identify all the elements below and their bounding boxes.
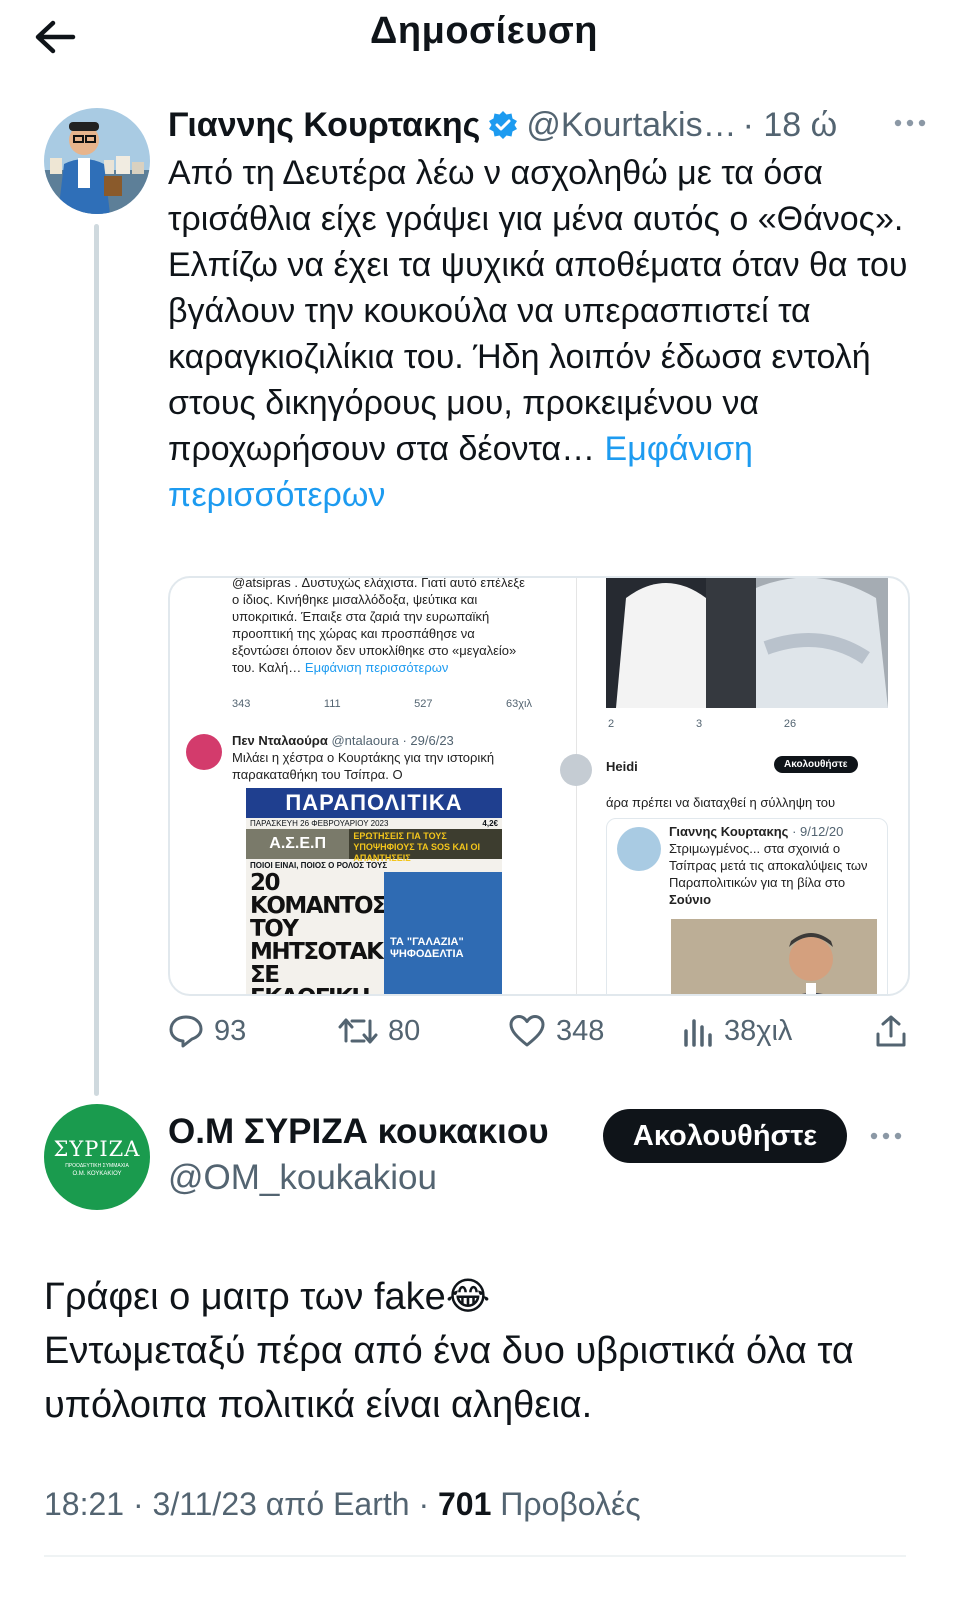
heart-icon xyxy=(509,1015,545,1047)
retweet-count: 80 xyxy=(388,1014,421,1047)
quoted-card-avatar xyxy=(617,827,661,871)
retweet-icon xyxy=(338,1018,378,1044)
tweet-header: Γιαννης Κουρτακης @Kourtakis… · 18 ώ xyxy=(168,100,928,150)
paper-price: 4,2€ xyxy=(482,819,498,828)
embedded-reply: Πεν Νταλαούρα @ntalaoura · 29/6/23 Μιλάε… xyxy=(232,732,532,783)
like-button[interactable]: 348 xyxy=(508,1014,682,1048)
quoted-card-name: Γιαννης Κουρτακης xyxy=(669,824,789,839)
embedded-stats: 343 111 527 63χιλ xyxy=(232,698,532,710)
tweet-timestamp[interactable]: 18:21 · 3/11/23 από Earth · xyxy=(44,1486,429,1522)
author-name[interactable]: Γιαννης Κουρτακης xyxy=(168,106,480,145)
right-stats: 2 3 26 xyxy=(608,718,878,730)
embedded-retweets: 111 xyxy=(323,698,341,710)
heidi-reply-header: Heidi xyxy=(606,758,638,775)
views-label: Προβολές xyxy=(500,1486,641,1522)
paper-kicker: ΠΟΙΟΙ ΕΙΝΑΙ, ΠΟΙΟΣ Ο ΡΟΛΟΣ ΤΟΥΣ xyxy=(250,861,388,870)
embedded-tweet-text: @atsipras . Δυστυχώς ελάχιστα. Γιατί αυτ… xyxy=(232,578,532,676)
embedded-replies: 343 xyxy=(232,698,251,710)
embedded-reply-name: Πεν Νταλαούρα xyxy=(232,733,328,748)
tweet-body: Από τη Δευτέρα λέω ν ασχοληθώ με τα όσα … xyxy=(168,154,908,468)
paper-date: ΠΑΡΑΣΚΕΥΗ 26 ΦΕΒΡΟΥΑΡΙΟΥ 2023 xyxy=(250,819,389,828)
embedded-reply-text: Μιλάει η χέστρα ο Κουρτάκης για την ιστο… xyxy=(232,750,495,782)
embedded-likes: 527 xyxy=(414,698,433,710)
reply-icon xyxy=(169,1015,203,1048)
embedded-avatar xyxy=(186,734,222,770)
paper-side-headline: ΤΑ "ΓΑΛΑΖΙΑ" ΨΗΦΟΔΕΛΤΙΑ xyxy=(384,872,502,994)
quoted-card-bold: Σούνιο xyxy=(669,892,712,907)
collage-divider xyxy=(576,578,583,994)
heidi-name: Heidi xyxy=(606,759,638,774)
page-title: Δημοσίευση xyxy=(370,10,598,52)
embedded-views: 63χιλ xyxy=(506,698,532,710)
right-retweets: 3 xyxy=(695,718,703,730)
avatar-logo-sub2: Ο.Μ. ΚΟΥΚΑΚΙΟΥ xyxy=(72,1171,122,1177)
right-likes: 26 xyxy=(783,718,797,730)
right-replies: 2 xyxy=(608,718,615,730)
quoted-card-photo xyxy=(671,919,877,994)
more-options-icon[interactable] xyxy=(892,108,928,147)
author-handle[interactable]: @OM_koukakiou xyxy=(168,1158,437,1198)
follow-button[interactable]: Ακολουθήστε xyxy=(603,1109,847,1163)
views-count: 38χιλ xyxy=(724,1014,793,1047)
reply-button[interactable]: 93 xyxy=(168,1014,338,1048)
paper-strip-asep: Α.Σ.Ε.Π xyxy=(246,829,350,859)
media-image[interactable]: @atsipras . Δυστυχώς ελάχιστα. Γιατί αυτ… xyxy=(168,576,910,996)
tweet-text-line1: Γράφει ο μαιτρ των fake😂 xyxy=(44,1276,491,1318)
like-count: 348 xyxy=(556,1014,605,1047)
embedded-reply-handle: @ntalaoura · 29/6/23 xyxy=(331,733,454,748)
tweet-meta: 18:21 · 3/11/23 από Earth · 701 Προβολές xyxy=(44,1486,641,1523)
reply-count: 93 xyxy=(214,1014,247,1047)
paper-headline: 20 ΚΟΜΑΝΤΟΣ ΤΟΥ ΜΗΤΣΟΤΑΚΗ ΣΕ ΕΚΛΟΓΙΚΗ ΑΠ… xyxy=(250,870,402,995)
retweet-button[interactable]: 80 xyxy=(338,1015,508,1048)
divider xyxy=(44,1555,906,1557)
paper-strip-questions: ΕΡΩΤΗΣΕΙΣ ΓΙΑ ΤΟΥΣ ΥΠΟΨΗΦΙΟΥΣ ΤΑ SOS ΚΑΙ… xyxy=(349,829,502,863)
avatar-logo-sub: ΠΡΟΟΔΕΥΤΙΚΗ ΣΥΜΜΑΧΙΑ xyxy=(65,1163,129,1169)
author-name[interactable]: Ο.Μ ΣΥΡΙΖΑ κουκακιου xyxy=(168,1112,549,1152)
tweet-text: Γράφει ο μαιτρ των fake😂 Εντωμεταξύ πέρα… xyxy=(44,1270,934,1432)
share-icon xyxy=(876,1015,906,1047)
newspaper-cover: ΠΑΡΑΠΟΛΙΤΙΚΑ ΠΑΡΑΣΚΕΥΗ 26 ΦΕΒΡΟΥΑΡΙΟΥ 20… xyxy=(246,788,502,994)
more-options-icon[interactable] xyxy=(868,1126,904,1151)
photo-two-men xyxy=(606,578,888,708)
embedded-show-more: Εμφάνιση περισσότερων xyxy=(304,660,449,675)
avatar-logo-text: ΣΥΡΙΖΑ xyxy=(53,1137,141,1161)
quoted-card-date: · 9/12/20 xyxy=(792,824,844,839)
share-button[interactable] xyxy=(874,1014,908,1048)
views-icon xyxy=(684,1019,712,1047)
heidi-reply-text: άρα πρέπει να διαταχθεί η σύλληψη του xyxy=(606,795,836,810)
heidi-follow-button: Ακολουθήστε xyxy=(774,756,858,773)
tweet-text: Από τη Δευτέρα λέω ν ασχοληθώ με τα όσα … xyxy=(168,150,928,518)
views-button[interactable]: 38χιλ xyxy=(682,1015,872,1048)
verified-badge-icon xyxy=(488,110,518,140)
tweet-text-line2: Εντωμεταξύ πέρα από ένα δυο υβριστικά όλ… xyxy=(44,1330,854,1426)
quoted-card: Γιαννης Κουρτακης · 9/12/20 Στριμωγμένος… xyxy=(606,818,888,994)
quoted-card-text: Στριμωγμένος... στα σχοινιά ο Τσίπρας με… xyxy=(669,841,868,890)
author-handle[interactable]: @Kourtakis… xyxy=(526,106,736,145)
views-count: 701 xyxy=(437,1486,492,1522)
tweet-actions: 93 80 348 38χιλ xyxy=(168,1008,908,1054)
paper-masthead: ΠΑΡΑΠΟΛΙΤΙΚΑ xyxy=(246,788,502,818)
avatar[interactable]: ΣΥΡΙΖΑ ΠΡΟΟΔΕΥΤΙΚΗ ΣΥΜΜΑΧΙΑ Ο.Μ. ΚΟΥΚΑΚΙ… xyxy=(44,1104,150,1210)
tweet-time: · 18 ώ xyxy=(742,105,838,144)
avatar[interactable] xyxy=(44,108,150,214)
heidi-avatar xyxy=(560,754,592,786)
thread-line xyxy=(94,224,99,1096)
